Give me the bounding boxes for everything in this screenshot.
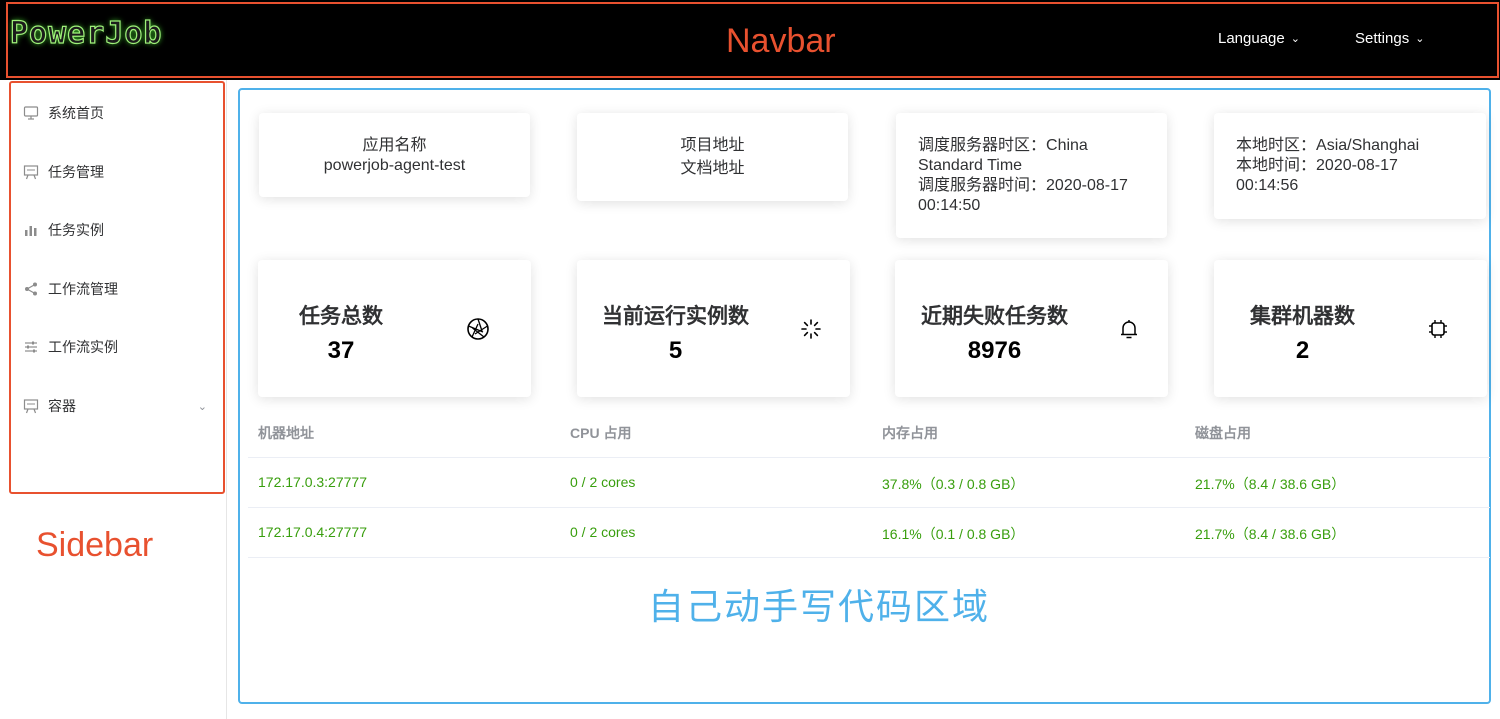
server-time-row: 调度服务器时间：2020-08-17 00:14:50 bbox=[918, 176, 1147, 216]
sidebar-item-container[interactable]: 容器 ⌄ bbox=[22, 394, 207, 418]
table-divider bbox=[248, 507, 1490, 508]
loading-icon bbox=[799, 317, 823, 341]
sidebar-item-home[interactable]: 系统首页 bbox=[22, 101, 207, 125]
sidebar-item-label: 工作流实例 bbox=[48, 339, 118, 355]
server-timezone-label: 调度服务器时区： bbox=[918, 137, 1047, 154]
cell-cpu: 0 / 2 cores bbox=[570, 524, 636, 540]
stat-card-cluster-machines: 集群机器数 2 bbox=[1214, 260, 1487, 397]
project-link[interactable]: 项目地址 bbox=[577, 136, 848, 156]
app-name-label: 应用名称 bbox=[362, 137, 427, 154]
bell-icon bbox=[1117, 317, 1141, 341]
server-time-card: 调度服务器时区：China Standard Time 调度服务器时间：2020… bbox=[896, 113, 1167, 238]
cell-memory: 16.1%（0.1 / 0.8 GB） bbox=[882, 526, 1025, 542]
app-name-value: powerjob-agent-test bbox=[323, 157, 466, 174]
docs-link[interactable]: 文档地址 bbox=[577, 159, 848, 179]
aperture-icon bbox=[466, 317, 490, 341]
stat-title: 集群机器数 bbox=[1250, 305, 1355, 328]
stat-value: 37 bbox=[327, 337, 355, 364]
monitor-icon bbox=[22, 104, 40, 122]
local-timezone-label: 本地时区： bbox=[1236, 137, 1317, 154]
share-icon bbox=[22, 280, 40, 298]
navbar-annotation: Navbar bbox=[726, 22, 836, 60]
bar-chart-icon bbox=[22, 221, 40, 239]
cpu-icon bbox=[1426, 317, 1450, 341]
table-divider bbox=[248, 557, 1490, 558]
sidebar-item-label: 任务实例 bbox=[48, 222, 104, 238]
server-time-label: 调度服务器时间： bbox=[918, 177, 1047, 194]
local-time-card: 本地时区：Asia/Shanghai 本地时间：2020-08-17 00:14… bbox=[1214, 113, 1486, 219]
code-area-annotation: 自己动手写代码区域 bbox=[648, 586, 991, 627]
stat-card-total-jobs: 任务总数 37 bbox=[258, 260, 531, 397]
chevron-down-icon[interactable]: ⌄ bbox=[198, 400, 207, 413]
links-card: 项目地址 文档地址 bbox=[577, 113, 848, 201]
server-timezone-row: 调度服务器时区：China Standard Time bbox=[918, 136, 1147, 176]
stat-title: 任务总数 bbox=[299, 305, 383, 328]
cell-cpu: 0 / 2 cores bbox=[570, 474, 636, 490]
sidebar-item-job-instance[interactable]: 任务实例 bbox=[22, 218, 207, 242]
stat-value: 5 bbox=[668, 337, 683, 364]
board-icon bbox=[22, 163, 40, 181]
cell-memory: 37.8%（0.3 / 0.8 GB） bbox=[882, 476, 1025, 492]
cell-disk: 21.7%（8.4 / 38.6 GB） bbox=[1195, 476, 1346, 492]
app-info-card: 应用名称 powerjob-agent-test bbox=[259, 113, 530, 197]
cell-address: 172.17.0.3:27777 bbox=[258, 474, 367, 490]
local-timezone-row: 本地时区：Asia/Shanghai bbox=[1236, 136, 1456, 156]
board-icon bbox=[22, 397, 40, 415]
local-timezone-value: Asia/Shanghai bbox=[1316, 137, 1420, 154]
sidebar-item-job-manage[interactable]: 任务管理 bbox=[22, 160, 207, 184]
stat-value: 8976 bbox=[967, 337, 1022, 364]
stat-title: 当前运行实例数 bbox=[602, 305, 749, 328]
sidebar-item-label: 系统首页 bbox=[48, 105, 104, 121]
column-header-cpu: CPU 占用 bbox=[570, 425, 632, 441]
stat-card-running-instances: 当前运行实例数 5 bbox=[577, 260, 850, 397]
sidebar-annotation: Sidebar bbox=[36, 526, 154, 564]
sidebar-item-label: 容器 bbox=[48, 398, 76, 414]
sidebar-item-workflow-manage[interactable]: 工作流管理 bbox=[22, 277, 207, 301]
sidebar-item-workflow-instance[interactable]: 工作流实例 bbox=[22, 335, 207, 359]
sidebar-item-label: 工作流管理 bbox=[48, 281, 118, 297]
sidebar-item-label: 任务管理 bbox=[48, 164, 104, 180]
stat-value: 2 bbox=[1295, 337, 1310, 364]
table-divider bbox=[248, 457, 1490, 458]
local-time-label: 本地时间： bbox=[1236, 157, 1317, 174]
stat-card-failed-jobs: 近期失败任务数 8976 bbox=[895, 260, 1168, 397]
cell-address: 172.17.0.4:27777 bbox=[258, 524, 367, 540]
column-header-disk: 磁盘占用 bbox=[1195, 425, 1251, 441]
stat-title: 近期失败任务数 bbox=[921, 305, 1068, 328]
column-header-memory: 内存占用 bbox=[882, 425, 938, 441]
column-header-address: 机器地址 bbox=[258, 425, 314, 441]
sliders-icon bbox=[22, 338, 40, 356]
local-time-row: 本地时间：2020-08-17 00:14:56 bbox=[1236, 156, 1456, 196]
cell-disk: 21.7%（8.4 / 38.6 GB） bbox=[1195, 526, 1346, 542]
